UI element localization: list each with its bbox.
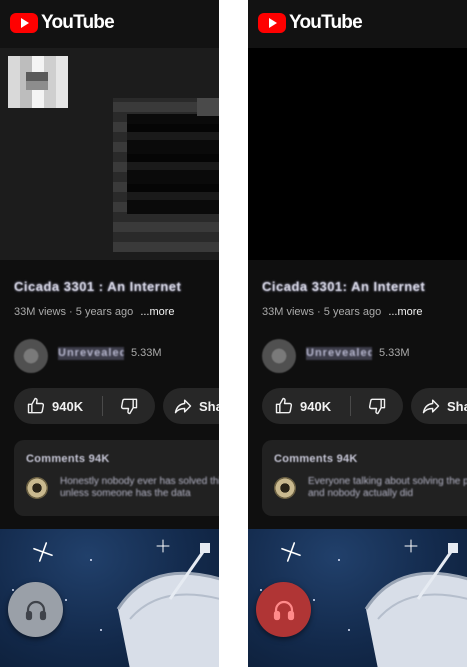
share-button[interactable]: Share: [411, 388, 467, 424]
like-count: 940K: [300, 398, 332, 414]
thumbs-down-icon: [120, 398, 138, 415]
pixelated-fragment: [197, 98, 219, 116]
like-button[interactable]: 940K: [14, 388, 102, 424]
youtube-wordmark: YouTube: [289, 12, 363, 33]
share-arrow-icon: [174, 399, 192, 414]
comments-header: Comments 94K: [274, 453, 358, 465]
youtube-panel-left: YouTube Cicada 3301 : An Internet 33M vi…: [0, 0, 219, 667]
comment-line-1: Honestly nobody ever has solved this thi…: [60, 476, 219, 487]
comment-line-1: Everyone talking about solving the puzzl…: [308, 476, 467, 487]
channel-name[interactable]: Unrevealed: [58, 347, 124, 360]
comments-card[interactable]: Comments 94K Everyone talking about solv…: [262, 440, 467, 516]
like-button[interactable]: 940K: [262, 388, 350, 424]
comment-line-2: unless someone has the data: [60, 488, 191, 499]
share-arrow-icon: [422, 399, 440, 414]
pixelated-thumbnail: [8, 56, 68, 108]
headphone-button[interactable]: [256, 582, 311, 637]
video-title[interactable]: Cicada 3301: An Internet: [262, 279, 467, 294]
video-player[interactable]: [0, 48, 219, 260]
video-meta[interactable]: 33M views · 5 years ago ...more: [262, 306, 423, 318]
star: [313, 599, 315, 601]
thumbs-up-icon: [27, 397, 45, 414]
sparkle-star: [30, 539, 57, 566]
like-count: 940K: [52, 398, 84, 414]
upload-age: 5 years ago: [323, 306, 382, 318]
star: [100, 629, 102, 631]
share-button[interactable]: Share: [163, 388, 219, 424]
star: [90, 559, 92, 561]
star: [348, 629, 350, 631]
upload-age: 5 years ago: [75, 306, 134, 318]
comments-card[interactable]: Comments 94K Honestly nobody ever has so…: [14, 440, 219, 516]
youtube-wordmark: YouTube: [41, 12, 115, 33]
view-count: 33M views: [262, 306, 314, 318]
youtube-logo[interactable]: YouTube: [10, 12, 115, 34]
comment-line-2: and nobody actually did: [308, 488, 414, 499]
star: [338, 559, 340, 561]
more-link[interactable]: ...more: [140, 306, 174, 318]
youtube-play-icon: [258, 13, 286, 33]
radio-telescope-dish: [116, 543, 219, 667]
share-label: Share: [447, 398, 467, 414]
comment-preview: Everyone talking about solving the puzzl…: [308, 476, 467, 500]
pixelated-video-frame: [113, 98, 219, 252]
thumbs-down-icon: [368, 398, 386, 415]
youtube-logo[interactable]: YouTube: [258, 12, 363, 34]
view-count: 33M views: [14, 306, 66, 318]
video-meta[interactable]: 33M views · 5 years ago ...more: [14, 306, 175, 318]
video-title[interactable]: Cicada 3301 : An Internet: [14, 279, 219, 294]
dislike-button[interactable]: [103, 388, 155, 424]
like-dislike-group: 940K: [262, 388, 403, 424]
youtube-panel-right: YouTube Cicada 3301: An Internet 33M vie…: [248, 0, 467, 667]
video-player[interactable]: [248, 48, 467, 260]
more-link[interactable]: ...more: [388, 306, 422, 318]
commenter-avatar: [26, 477, 48, 499]
channel-avatar[interactable]: [262, 339, 296, 373]
share-label: Share: [199, 398, 219, 414]
channel-avatar[interactable]: [14, 339, 48, 373]
thumbs-up-icon: [275, 397, 293, 414]
commenter-avatar: [274, 477, 296, 499]
headphone-button[interactable]: [8, 582, 63, 637]
subscriber-count: 5.33M: [379, 347, 410, 359]
sparkle-star: [278, 539, 305, 566]
dislike-button[interactable]: [351, 388, 403, 424]
like-dislike-group: 940K: [14, 388, 155, 424]
radio-telescope-dish: [364, 543, 467, 667]
app-header: YouTube: [248, 0, 467, 48]
app-header: YouTube: [0, 0, 219, 48]
star: [65, 599, 67, 601]
channel-name[interactable]: Unrevealed: [306, 347, 372, 360]
subscriber-count: 5.33M: [131, 347, 162, 359]
comment-preview: Honestly nobody ever has solved this thi…: [60, 476, 219, 500]
headphones-icon: [25, 600, 46, 620]
youtube-play-icon: [10, 13, 38, 33]
comments-header: Comments 94K: [26, 453, 110, 465]
headphones-icon: [273, 600, 294, 620]
